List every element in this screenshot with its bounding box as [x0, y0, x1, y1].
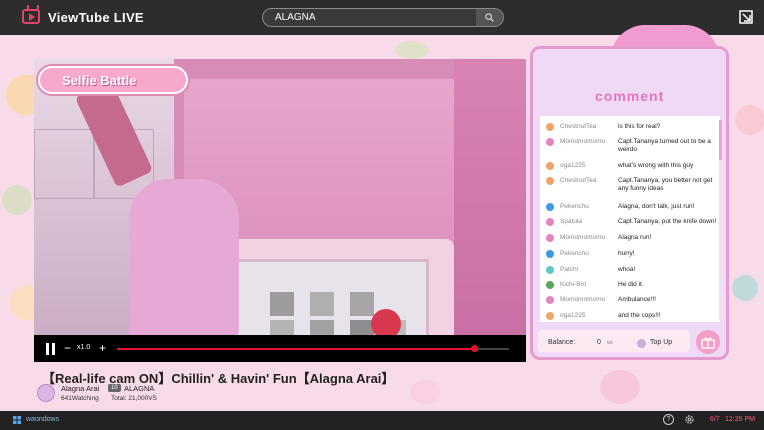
pause-icon[interactable]	[46, 343, 56, 355]
comment-text: hurry!	[618, 250, 635, 257]
comment-heading: comment	[595, 88, 665, 104]
top-up-button[interactable]: Top Up	[650, 339, 672, 346]
comment-text: Ambulance!!!	[618, 296, 656, 303]
user-avatar-icon[interactable]	[546, 296, 554, 304]
comment-text: Alagna run!	[618, 234, 652, 241]
player-controls: − x1.0 +	[34, 335, 526, 362]
comment-username[interactable]: Spatula	[560, 218, 582, 225]
balance-unit: vs	[607, 340, 613, 346]
comment-text: Alagna, don't talk, just run!	[618, 203, 695, 210]
comment-username[interactable]: Patchi	[560, 266, 578, 273]
search-icon	[485, 13, 494, 22]
user-avatar-icon[interactable]	[546, 218, 554, 226]
comment-username[interactable]: Momomomomo	[560, 234, 605, 241]
help-icon[interactable]: ?	[663, 414, 674, 425]
user-avatar-icon[interactable]	[546, 250, 554, 258]
strawberry-icon	[371, 309, 401, 335]
video-player[interactable]	[34, 59, 526, 335]
taskbar-date: 6/7	[710, 416, 720, 423]
user-avatar-icon[interactable]	[546, 177, 554, 185]
exit-icon[interactable]	[739, 10, 753, 24]
coin-icon[interactable]	[637, 339, 646, 348]
user-avatar-icon[interactable]	[546, 281, 554, 289]
comment-text: Capt.Tananya, put the knife down!	[618, 218, 717, 225]
comment-username[interactable]: ChestnutTea	[560, 123, 597, 130]
taskbar	[0, 411, 764, 430]
watching-count: 641Watching	[61, 395, 99, 402]
user-avatar-icon[interactable]	[546, 234, 554, 242]
speed-label: x1.0	[77, 344, 91, 351]
progress-fill	[117, 348, 474, 350]
scroll-thumb[interactable]	[719, 120, 722, 160]
comment-username[interactable]: Pekenchu	[560, 203, 589, 210]
comment-list[interactable]: ChestnutTea is this for real? Momomomomo Ca…	[540, 116, 720, 322]
user-avatar-icon[interactable]	[546, 162, 554, 170]
user-avatar-icon[interactable]	[546, 203, 554, 211]
gift-button[interactable]	[696, 330, 720, 354]
comment-username[interactable]: Kichi-Bro	[560, 281, 586, 288]
speed-down-button[interactable]: −	[64, 341, 71, 355]
user-avatar-icon[interactable]	[546, 266, 554, 274]
comment-text: Capt.Tananya, you better not get any fun…	[618, 177, 713, 192]
gear-icon[interactable]	[684, 414, 695, 425]
search-button[interactable]	[476, 9, 503, 26]
user-avatar-icon[interactable]	[546, 123, 554, 131]
group-name[interactable]: ALAGNA	[124, 384, 154, 393]
comment-username[interactable]: Pekenchu	[560, 250, 589, 257]
search-input[interactable]: ALAGNA	[275, 12, 316, 23]
user-avatar-icon[interactable]	[546, 138, 554, 146]
comment-text: Capt.Tananya turned out to be a weirdo	[618, 138, 711, 153]
comment-text: whoa!	[618, 266, 636, 273]
balance-label: Balance:	[548, 339, 576, 346]
taskbar-time: 12:35 PM	[725, 416, 755, 423]
progress-bar[interactable]	[117, 345, 509, 352]
app-title: ViewTube LIVE	[48, 10, 144, 25]
avatar[interactable]	[37, 384, 55, 402]
os-name: waondows	[26, 416, 60, 423]
total-vs: Total: 21,000VS	[111, 395, 157, 402]
speed-up-button[interactable]: +	[99, 341, 106, 355]
progress-knob[interactable]	[470, 345, 478, 352]
comment-text: is this for real?	[618, 123, 661, 130]
user-avatar-icon[interactable]	[546, 312, 554, 320]
comment-text: and the cops!!!	[618, 312, 661, 319]
comment-username[interactable]: Momomomomo	[560, 296, 605, 303]
windows-logo-icon[interactable]	[13, 416, 21, 424]
comment-text: what's wrong with this guy	[618, 162, 694, 169]
comment-username[interactable]: oga1225	[560, 312, 585, 319]
balance-value: 0	[597, 339, 601, 346]
selfie-battle-badge: Selfie Battle	[38, 66, 188, 94]
comment-text: He did it.	[618, 281, 644, 288]
comment-username[interactable]: Momomomomo	[560, 138, 605, 145]
level-badge: 10	[108, 384, 121, 392]
comment-username[interactable]: ChestnutTea	[560, 177, 597, 184]
comment-username[interactable]: oga1225	[560, 162, 585, 169]
gift-icon	[701, 337, 715, 349]
streamer-name[interactable]: Alagna Arai	[61, 384, 99, 393]
tv-logo-icon	[22, 9, 40, 24]
search-box[interactable]: ALAGNA	[262, 8, 504, 27]
